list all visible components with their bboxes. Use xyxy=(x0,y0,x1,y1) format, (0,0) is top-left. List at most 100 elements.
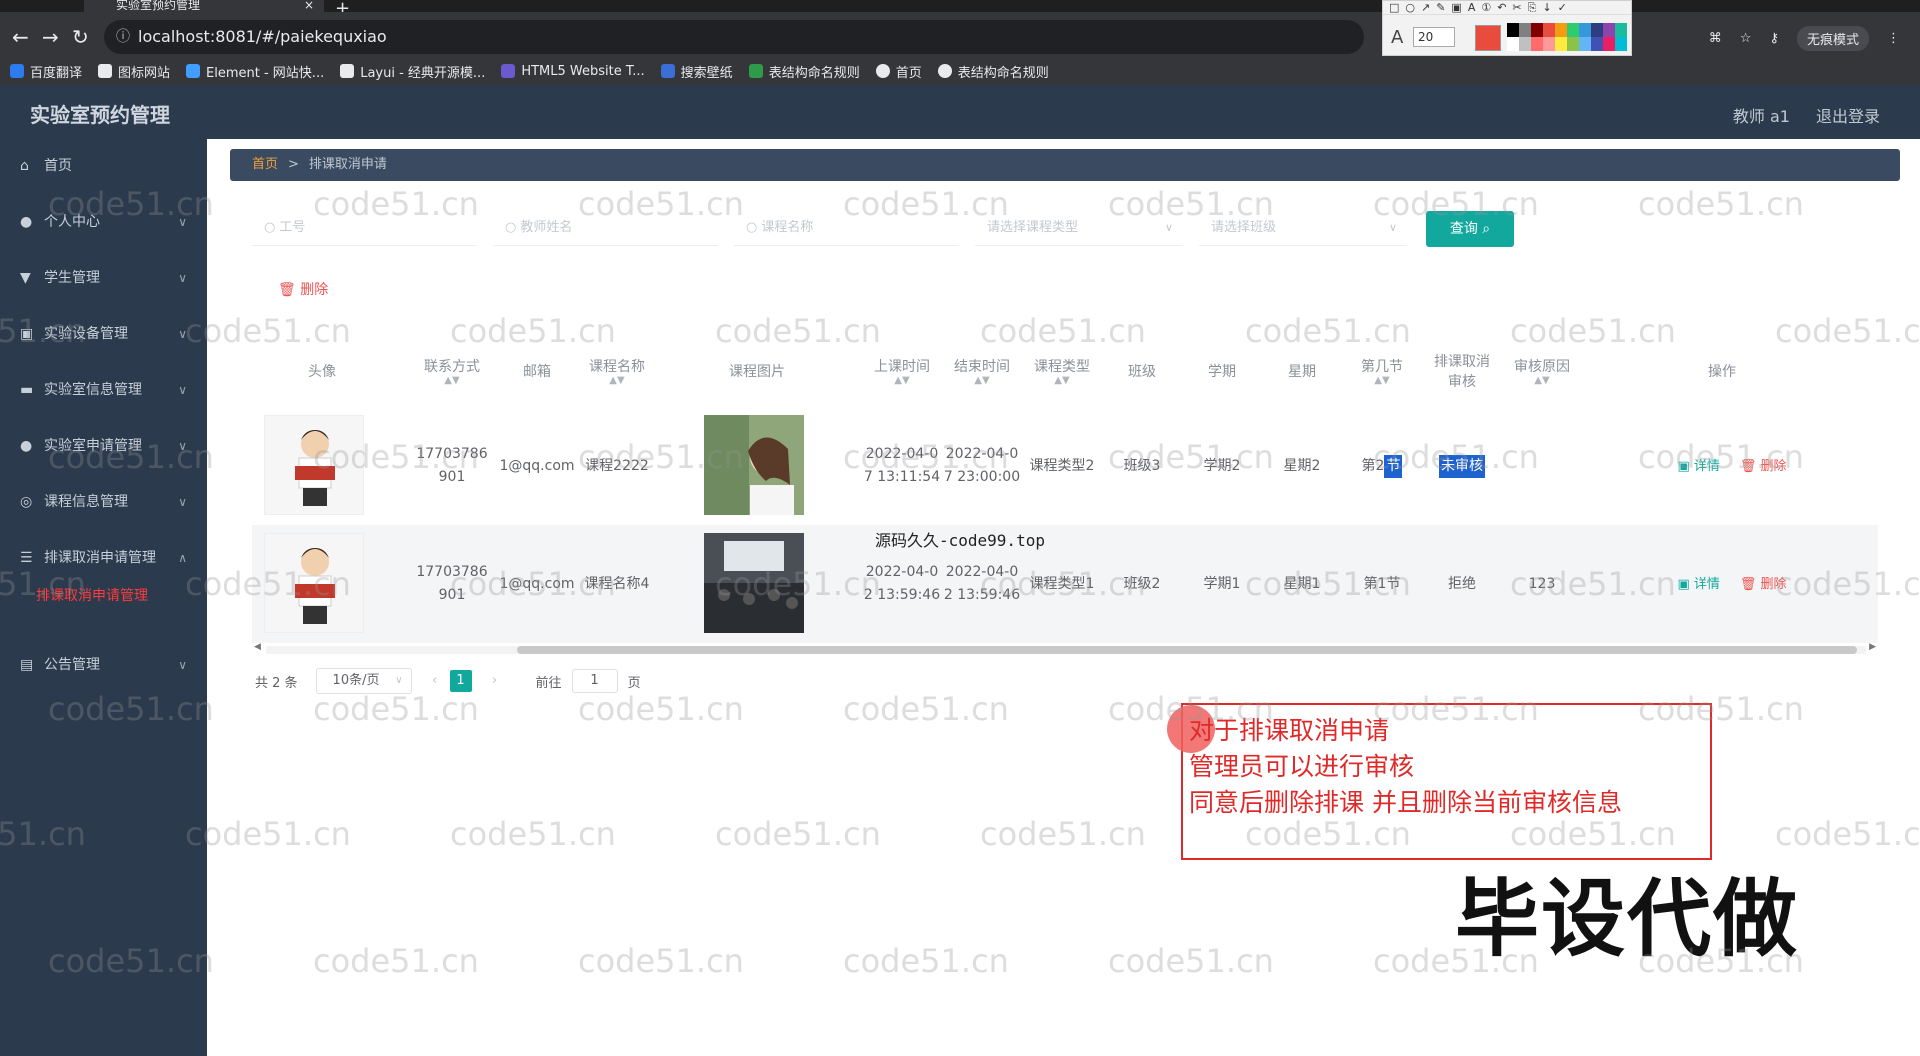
drawing-tools-icon[interactable]: □○↗✎▣A①↶✂⎘↓✓ xyxy=(1383,1,1631,15)
delete-row-button[interactable]: 🗑 删除 xyxy=(1740,455,1787,478)
info-icon[interactable]: ⓘ xyxy=(116,20,130,54)
goto-page-input[interactable]: 1 xyxy=(571,669,618,693)
sort-icon[interactable]: ▲▼ xyxy=(1054,376,1069,386)
translate-icon[interactable]: ⌘ xyxy=(1709,31,1722,46)
delete-row-button[interactable]: 🗑 删除 xyxy=(1740,573,1787,596)
detail-button[interactable]: ▣ 详情 xyxy=(1677,573,1719,596)
current-color-swatch[interactable] xyxy=(1475,25,1501,51)
notice-icon: ▤ xyxy=(20,657,34,673)
query-button[interactable]: 查询 ⌕ xyxy=(1426,211,1514,247)
bookmark-item[interactable]: Element - 网站快... xyxy=(186,62,324,81)
col-header-course[interactable]: 课程名称 ▲▼ xyxy=(577,335,657,407)
detail-button[interactable]: ▣ 详情 xyxy=(1677,455,1719,478)
star-icon[interactable]: ☆ xyxy=(1740,31,1752,46)
cell-end-time: 2022-04-07 23:00:00 xyxy=(943,446,1021,485)
tab-close-button[interactable]: × xyxy=(304,0,314,11)
cell-email: 1@qq.com xyxy=(499,457,575,474)
prev-page-button[interactable]: ‹ xyxy=(424,670,446,692)
sidebar-item-students[interactable]: ▼ 学生管理 ∨ xyxy=(0,258,207,298)
sort-icon[interactable]: ▲▼ xyxy=(894,376,909,386)
chevron-up-icon: ∧ xyxy=(178,551,187,565)
col-header-type[interactable]: 课程类型 ▲▼ xyxy=(1022,335,1102,407)
class-select[interactable]: 请选择班级 ∨ xyxy=(1199,210,1407,246)
col-header-section[interactable]: 第几节 ▲▼ xyxy=(1342,335,1422,407)
col-header-avatar[interactable]: 头像 xyxy=(272,335,372,407)
horizontal-scrollbar[interactable]: ◀ ▶ xyxy=(252,642,1878,656)
forward-icon[interactable]: → xyxy=(42,22,59,52)
incognito-badge[interactable]: 无痕模式 xyxy=(1796,26,1869,51)
course-name-input[interactable]: ○ 课程名称 xyxy=(734,210,959,246)
sidebar-subitem-cancel-apply[interactable]: 排课取消申请管理 xyxy=(0,578,207,614)
sidebar-item-lab-apply[interactable]: ● 实验室申请管理 ∨ xyxy=(0,426,207,466)
sort-icon[interactable]: ▲▼ xyxy=(1374,376,1389,386)
bookmark-item[interactable]: 图标网站 xyxy=(98,62,170,81)
back-icon[interactable]: ← xyxy=(12,22,29,52)
col-header-audit[interactable]: 排课取消 审核 xyxy=(1422,335,1502,407)
course-type-select[interactable]: 请选择课程类型 ∨ xyxy=(975,210,1183,246)
col-header-week[interactable]: 星期 xyxy=(1262,335,1342,407)
sidebar-item-home[interactable]: ⌂ 首页 xyxy=(0,146,207,186)
table-row[interactable]: 17703786901 1@qq.com 课程2222 2022-04-07 1… xyxy=(252,407,1878,525)
page-size-select[interactable]: 10条/页 ∨ xyxy=(315,668,412,694)
annotation-line: 同意后删除排课 并且删除当前审核信息 xyxy=(1189,788,1622,817)
col-header-class[interactable]: 班级 xyxy=(1102,335,1182,407)
col-header-end[interactable]: 结束时间 ▲▼ xyxy=(942,335,1022,407)
screenshot-annotation-toolbar: □○↗✎▣A①↶✂⎘↓✓ A 20 xyxy=(1382,0,1632,56)
course-image[interactable] xyxy=(704,415,804,515)
more-icon[interactable]: ⋮ xyxy=(1887,31,1900,46)
col-header-email[interactable]: 邮箱 xyxy=(497,335,577,407)
avatar[interactable] xyxy=(264,533,364,633)
col-header-start[interactable]: 上课时间 ▲▼ xyxy=(862,335,942,407)
gonghao-input[interactable]: ○ 工号 xyxy=(252,210,477,246)
col-header-phone[interactable]: 联系方式 ▲▼ xyxy=(412,335,492,407)
scroll-right-icon[interactable]: ▶ xyxy=(1869,642,1876,652)
watermark: code51.cn xyxy=(578,942,744,980)
bookmark-item[interactable]: 搜索壁纸 xyxy=(660,62,733,81)
col-header-photo[interactable]: 课程图片 xyxy=(692,335,822,407)
col-header-reason[interactable]: 审核原因 ▲▼ xyxy=(1502,335,1582,407)
key-icon[interactable]: ⚷ xyxy=(1769,31,1779,46)
page-number-current[interactable]: 1 xyxy=(449,670,472,692)
bookmark-item[interactable]: 表结构命名规则 xyxy=(748,62,860,81)
sort-icon[interactable]: ▲▼ xyxy=(1534,376,1549,386)
table-row[interactable]: 17703786901 1@qq.com 课程名称4 2022-04-02 13… xyxy=(252,525,1878,643)
url-field[interactable]: ⓘ localhost:8081/#/paiekequxiao xyxy=(104,20,1364,54)
browser-tab[interactable]: 实验室预约管理 × xyxy=(84,0,324,12)
logout-button[interactable]: 退出登录 xyxy=(1816,103,1880,127)
pagination: 共 2 条 10条/页 ∨ ‹ 1 › 前往 1 页 xyxy=(255,668,641,694)
breadcrumb-home[interactable]: 首页 xyxy=(252,157,278,172)
avatar[interactable] xyxy=(264,415,364,515)
bookmark-item[interactable]: 百度翻译 xyxy=(10,62,82,81)
scroll-left-icon[interactable]: ◀ xyxy=(254,642,261,652)
tab-title: 实验室预约管理 xyxy=(116,0,201,12)
course-image[interactable] xyxy=(704,533,804,633)
sidebar-item-notices[interactable]: ▤ 公告管理 ∨ xyxy=(0,645,207,685)
col-header-term[interactable]: 学期 xyxy=(1182,335,1262,407)
sidebar-item-lab-info[interactable]: ▬ 实验室信息管理 ∨ xyxy=(0,370,207,410)
batch-delete-button[interactable]: 🗑 删除 xyxy=(278,279,328,299)
sidebar-item-courses[interactable]: ◎ 课程信息管理 ∨ xyxy=(0,482,207,522)
search-icon: ⌕ xyxy=(1482,221,1491,237)
cell-phone: 17703786901 xyxy=(416,564,488,603)
scrollbar-thumb[interactable] xyxy=(517,646,1857,654)
cell-operations: ▣ 详情 🗑 删除 xyxy=(1662,525,1802,643)
font-icon[interactable]: A xyxy=(1391,27,1403,48)
watermark: code51.cn xyxy=(185,815,351,853)
color-palette[interactable] xyxy=(1507,23,1627,51)
teacher-name-input[interactable]: ○ 教师姓名 xyxy=(493,210,718,246)
sidebar-item-cancel-apply[interactable]: ☰ 排课取消申请管理 ∧ xyxy=(0,538,207,578)
bookmark-item[interactable]: 首页 xyxy=(875,62,922,81)
watermark: code51.cn xyxy=(1638,185,1804,223)
sidebar-item-devices[interactable]: ▣ 实验设备管理 ∨ xyxy=(0,314,207,354)
sort-icon[interactable]: ▲▼ xyxy=(444,376,459,386)
bookmark-item[interactable]: Layui - 经典开源模... xyxy=(340,62,485,81)
bookmark-item[interactable]: HTML5 Website T... xyxy=(501,64,645,79)
font-size-select[interactable]: 20 xyxy=(1413,27,1455,47)
next-page-button[interactable]: › xyxy=(484,670,506,692)
sort-icon[interactable]: ▲▼ xyxy=(609,376,624,386)
reload-icon[interactable]: ↻ xyxy=(72,22,89,52)
bookmark-item[interactable]: 表结构命名规则 xyxy=(937,62,1049,81)
goto-label: 前往 xyxy=(535,675,562,691)
sort-icon[interactable]: ▲▼ xyxy=(974,376,989,386)
sidebar-item-profile[interactable]: ● 个人中心 ∨ xyxy=(0,202,207,242)
